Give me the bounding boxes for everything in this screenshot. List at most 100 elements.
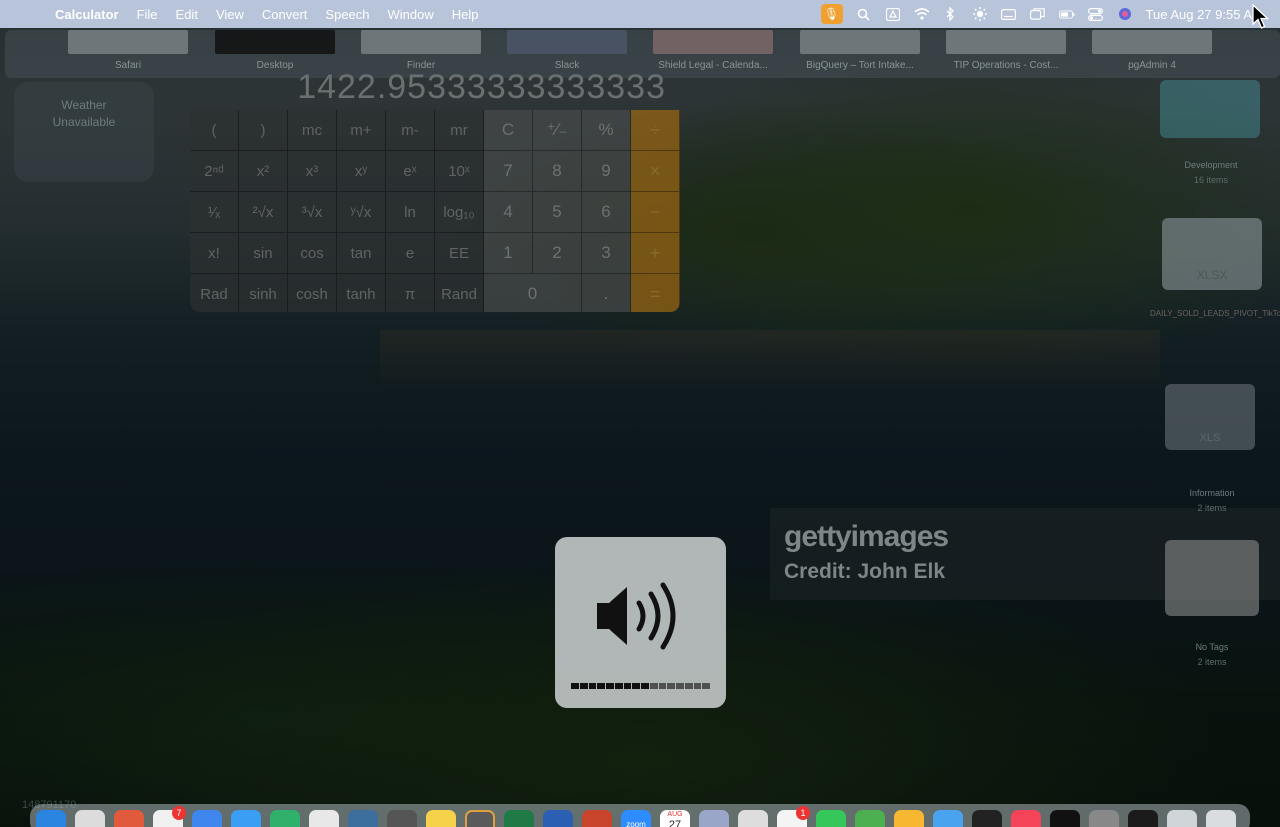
window-thumbnail-pgadmin[interactable]: [1092, 30, 1212, 54]
plane-app-icon[interactable]: [192, 810, 222, 827]
key-ln[interactable]: ln: [386, 192, 435, 233]
safari-icon[interactable]: [231, 810, 261, 827]
key-memory-subtract[interactable]: m-: [386, 110, 435, 151]
menu-file[interactable]: File: [137, 7, 158, 22]
key-e[interactable]: e: [386, 233, 435, 274]
key-square[interactable]: x²: [239, 151, 288, 192]
apple-tv-icon[interactable]: [1050, 810, 1080, 827]
window-thumbnail-calendar[interactable]: [653, 30, 773, 54]
clock-icon[interactable]: [972, 810, 1002, 827]
downloads-stack-icon[interactable]: [1167, 810, 1197, 827]
key-plus-minus[interactable]: ⁺∕₋: [533, 110, 582, 151]
preview-icon[interactable]: [699, 810, 729, 827]
menu-speech[interactable]: Speech: [325, 7, 369, 22]
siri-icon[interactable]: [1117, 7, 1133, 21]
messages-icon[interactable]: [816, 810, 846, 827]
key-sin[interactable]: sin: [239, 233, 288, 274]
spotlight-search-icon[interactable]: [856, 7, 872, 21]
calendar-icon[interactable]: AUG 27: [660, 810, 690, 827]
word-icon[interactable]: [543, 810, 573, 827]
reminders-icon[interactable]: 1: [777, 806, 810, 827]
powerpoint-icon[interactable]: [582, 810, 612, 827]
brightness-icon[interactable]: [972, 7, 988, 21]
notes-icon[interactable]: [426, 810, 456, 827]
key-square-root[interactable]: ²√x: [239, 192, 288, 233]
slack-icon[interactable]: 7: [153, 806, 186, 827]
textedit-icon[interactable]: [738, 810, 768, 827]
control-center-icon[interactable]: [1088, 7, 1104, 21]
key-close-paren[interactable]: ): [239, 110, 288, 151]
key-power[interactable]: xʸ: [337, 151, 386, 192]
wifi-icon[interactable]: [913, 7, 930, 21]
window-thumbnail-finder[interactable]: [361, 30, 481, 54]
battery-icon[interactable]: [1058, 7, 1075, 21]
app-menu-calculator[interactable]: Calculator: [55, 7, 119, 22]
weather-widget[interactable]: Weather Unavailable: [14, 82, 154, 182]
menu-window[interactable]: Window: [388, 7, 434, 22]
key-decimal[interactable]: .: [582, 274, 631, 312]
key-2[interactable]: 2: [533, 233, 582, 274]
desktop-stack-no-tags[interactable]: No Tags 2 items: [1160, 540, 1264, 668]
terminal-like-icon[interactable]: [465, 810, 495, 827]
key-open-paren[interactable]: (: [190, 110, 239, 151]
weather-icon[interactable]: [933, 810, 963, 827]
maps-icon[interactable]: [855, 810, 885, 827]
key-log10[interactable]: log₁₀: [435, 192, 484, 233]
key-reciprocal[interactable]: ¹⁄ₓ: [190, 192, 239, 233]
key-add[interactable]: +: [631, 233, 680, 274]
window-thumbnail-desktop[interactable]: [215, 30, 335, 54]
menu-view[interactable]: View: [216, 7, 244, 22]
menu-edit[interactable]: Edit: [176, 7, 198, 22]
terminal-icon[interactable]: [1128, 810, 1158, 827]
window-thumbnail-safari[interactable]: [68, 30, 188, 54]
desktop-stack-development[interactable]: Development 16 items: [1160, 80, 1262, 186]
menu-convert[interactable]: Convert: [262, 7, 308, 22]
window-thumbnail-tip-operations[interactable]: [946, 30, 1066, 54]
desktop-file-xls[interactable]: XLS: [1162, 384, 1258, 450]
key-equals[interactable]: =: [631, 274, 680, 312]
key-factorial[interactable]: x!: [190, 233, 239, 274]
whatsapp-icon[interactable]: [270, 810, 300, 827]
key-6[interactable]: 6: [582, 192, 631, 233]
key-cube-root[interactable]: ³√x: [288, 192, 337, 233]
menu-help[interactable]: Help: [452, 7, 479, 22]
google-drive-icon[interactable]: [885, 7, 901, 21]
screen-mirroring-icon[interactable]: [1030, 7, 1046, 21]
system-settings-icon[interactable]: [1089, 810, 1119, 827]
music-icon[interactable]: [1011, 810, 1041, 827]
key-5[interactable]: 5: [533, 192, 582, 233]
desktop-stack-information[interactable]: Information 2 items: [1170, 484, 1254, 514]
key-sinh[interactable]: sinh: [239, 274, 288, 312]
key-memory-recall[interactable]: mr: [435, 110, 484, 151]
finder-icon[interactable]: [36, 810, 66, 827]
microphone-indicator-icon[interactable]: 🎙: [820, 4, 843, 24]
key-ee[interactable]: EE: [435, 233, 484, 274]
key-tanh[interactable]: tanh: [337, 274, 386, 312]
key-cosh[interactable]: cosh: [288, 274, 337, 312]
pgadmin-icon[interactable]: [348, 810, 378, 827]
key-pi[interactable]: π: [386, 274, 435, 312]
trash-icon[interactable]: [1206, 810, 1236, 827]
key-8[interactable]: 8: [533, 151, 582, 192]
key-1[interactable]: 1: [484, 233, 533, 274]
window-thumbnail-bigquery[interactable]: [800, 30, 920, 54]
key-rad[interactable]: Rad: [190, 274, 239, 312]
window-thumbnail-slack[interactable]: [507, 30, 627, 54]
key-3[interactable]: 3: [582, 233, 631, 274]
key-clear[interactable]: C: [484, 110, 533, 151]
key-4[interactable]: 4: [484, 192, 533, 233]
key-percent[interactable]: %: [582, 110, 631, 151]
bluetooth-icon[interactable]: [943, 7, 959, 21]
key-rand[interactable]: Rand: [435, 274, 484, 312]
key-nth-root[interactable]: ʸ√x: [337, 192, 386, 233]
key-tan[interactable]: tan: [337, 233, 386, 274]
key-0[interactable]: 0: [484, 274, 582, 312]
key-memory-clear[interactable]: mc: [288, 110, 337, 151]
calculator-icon[interactable]: [387, 810, 417, 827]
launchpad-icon[interactable]: [114, 810, 144, 827]
key-cube[interactable]: x³: [288, 151, 337, 192]
key-divide[interactable]: ÷: [631, 110, 680, 151]
keyboard-icon[interactable]: [1001, 7, 1017, 21]
photos-icon[interactable]: [894, 810, 924, 827]
chrome-icon[interactable]: [309, 810, 339, 827]
